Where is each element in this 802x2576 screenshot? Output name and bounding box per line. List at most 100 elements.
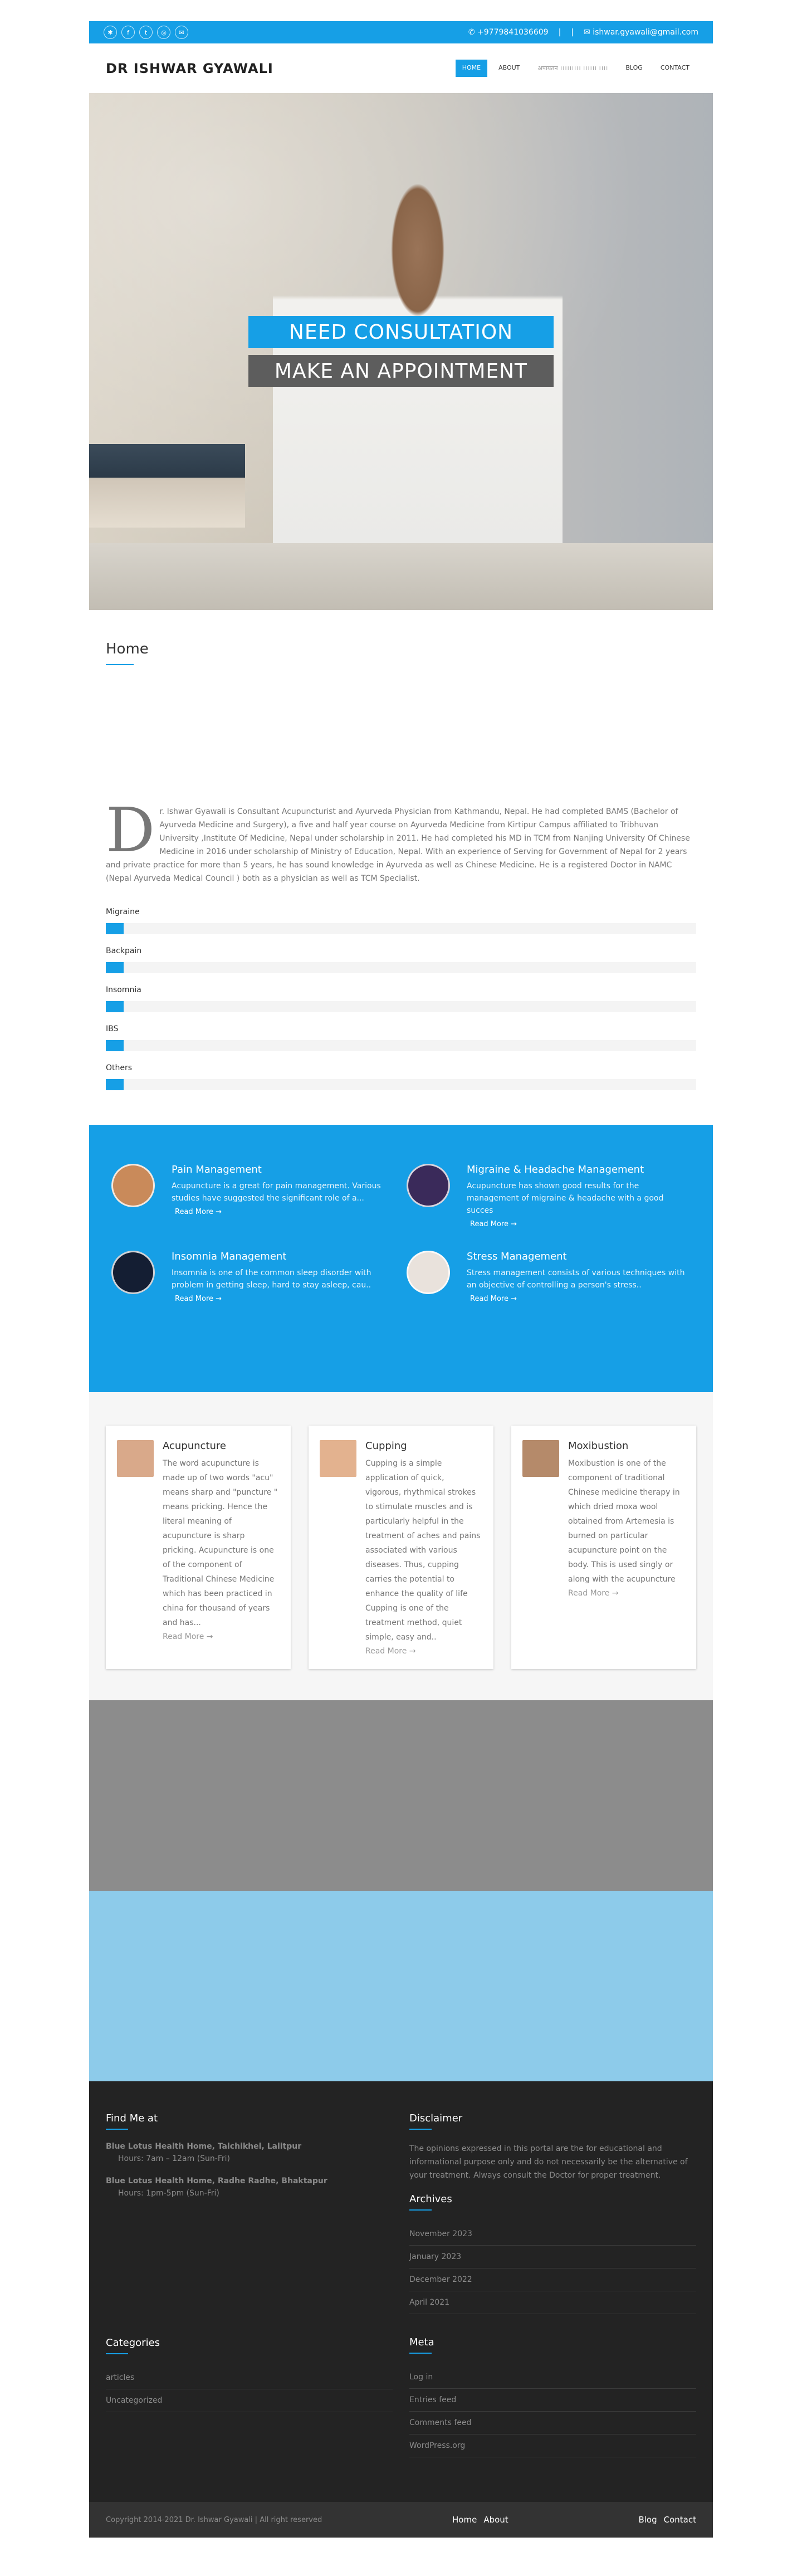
read-more-link[interactable]: Read More → <box>365 1647 482 1656</box>
read-more-link[interactable]: Read More → <box>568 1589 685 1598</box>
top-bar: ✱ f t ◎ ✉ ✆ +9779841036609 | | ✉ ishwar.… <box>89 21 713 43</box>
skill-track <box>106 1001 696 1012</box>
archives-widget: Archives November 2023 January 2023 Dece… <box>409 2193 696 2314</box>
instagram-icon[interactable]: ◎ <box>157 26 170 39</box>
service-title[interactable]: Insomnia Management <box>172 1251 394 1262</box>
card-title[interactable]: Cupping <box>365 1440 482 1452</box>
archive-link[interactable]: November 2023 <box>409 2223 696 2246</box>
meta-widget: Meta Log in Entries feed Comments feed W… <box>409 2336 696 2457</box>
category-link[interactable]: Uncategorized <box>106 2389 393 2412</box>
therapy-card: Acupuncture The word acupuncture is made… <box>106 1426 291 1669</box>
disclaimer-widget: Disclaimer The opinions expressed in thi… <box>409 2112 696 2182</box>
skill-track <box>106 923 696 934</box>
read-more-link[interactable]: Read More → <box>172 1295 394 1303</box>
service-item: Pain Management Acupuncture is a great f… <box>111 1164 395 1228</box>
archive-link[interactable]: April 2021 <box>409 2291 696 2314</box>
read-more-link[interactable]: Read More → <box>163 1632 280 1641</box>
home-section: Home <box>89 610 713 805</box>
meta-list: Log in Entries feed Comments feed WordPr… <box>409 2366 696 2457</box>
bottom-link-blog[interactable]: Blog <box>638 2515 657 2525</box>
categories-widget: Categories articles Uncategorized <box>106 2337 393 2412</box>
separator: | <box>558 28 561 37</box>
facebook-icon[interactable]: f <box>121 26 135 39</box>
archive-link[interactable]: December 2022 <box>409 2268 696 2291</box>
page-title: Home <box>106 641 149 657</box>
bottom-link-home[interactable]: Home <box>452 2515 477 2525</box>
skill-label: Migraine <box>106 908 140 916</box>
menu-item-contact[interactable]: CONTACT <box>654 60 696 77</box>
service-text: Insomnia is one of the common sleep diso… <box>172 1269 371 1290</box>
service-text: Acupuncture has shown good results for t… <box>467 1182 664 1215</box>
location-hours: Hours: 1pm-5pm (Sun-Fri) <box>118 2189 219 2198</box>
archive-link[interactable]: January 2023 <box>409 2246 696 2268</box>
service-title[interactable]: Pain Management <box>172 1164 394 1175</box>
skill-track <box>106 1040 696 1051</box>
cupping-thumbnail <box>320 1440 356 1477</box>
read-more-link[interactable]: Read More → <box>467 1295 689 1303</box>
location-name: Blue Lotus Health Home, Talchikhel, Lali… <box>106 2142 302 2151</box>
twitter-icon[interactable]: t <box>139 26 153 39</box>
main-menu: HOME ABOUT अपायतन ।।।।।।।।। ।।।।।। ।।।। … <box>455 60 696 77</box>
email-link[interactable]: ✉ ishwar.gyawali@gmail.com <box>584 28 698 37</box>
card-title[interactable]: Moxibustion <box>568 1440 685 1452</box>
skill-track <box>106 1079 696 1090</box>
card-title[interactable]: Acupuncture <box>163 1440 280 1452</box>
footer-col-left: Find Me at Blue Lotus Health Home, Talch… <box>106 2112 393 2480</box>
skill-label: IBS <box>106 1024 119 1033</box>
service-title[interactable]: Stress Management <box>467 1251 689 1262</box>
disclaimer-text: The opinions expressed in this portal ar… <box>409 2144 688 2180</box>
migraine-service-icon <box>407 1164 450 1207</box>
skill-bar <box>106 1079 124 1090</box>
bottom-link-about[interactable]: About <box>483 2515 508 2525</box>
contact-info: ✆ +9779841036609 | | ✉ ishwar.gyawali@gm… <box>468 28 698 37</box>
menu-item-about[interactable]: ABOUT <box>492 60 526 77</box>
read-more-link[interactable]: Read More → <box>172 1208 394 1216</box>
menu-item-blog[interactable]: BLOG <box>619 60 649 77</box>
location-hours: Hours: 7am – 12am (Sun-Fri) <box>118 2154 230 2163</box>
meta-link[interactable]: Comments feed <box>409 2412 696 2434</box>
bottom-link-contact[interactable]: Contact <box>664 2515 696 2525</box>
services-section: Pain Management Acupuncture is a great f… <box>89 1125 713 1392</box>
make-appointment-button[interactable]: MAKE AN APPOINTMENT <box>248 355 554 387</box>
about-text: r. Ishwar Gyawali is Consultant Acupunct… <box>106 807 690 883</box>
phone-link[interactable]: ✆ +9779841036609 <box>468 28 549 37</box>
dropcap: D <box>106 794 155 866</box>
skill-item: IBS <box>106 1024 696 1051</box>
widget-title: Meta <box>409 2336 434 2348</box>
acupuncture-thumbnail <box>117 1440 154 1477</box>
page-end <box>89 2538 713 2571</box>
category-link[interactable]: articles <box>106 2367 393 2389</box>
yelp-icon[interactable]: ✱ <box>104 26 117 39</box>
meta-link[interactable]: WordPress.org <box>409 2434 696 2457</box>
skill-item: Others <box>106 1063 696 1090</box>
service-title[interactable]: Migraine & Headache Management <box>467 1164 689 1175</box>
separator: | <box>571 28 574 37</box>
widget-title: Categories <box>106 2337 160 2349</box>
main-header: DR ISHWAR GYAWALI HOME ABOUT अपायतन ।।।।… <box>89 43 713 93</box>
phone-text: +9779841036609 <box>477 28 549 37</box>
social-links: ✱ f t ◎ ✉ <box>104 26 188 39</box>
widget-title: Find Me at <box>106 2112 158 2124</box>
widget-title: Archives <box>409 2193 452 2205</box>
read-more-link[interactable]: Read More → <box>467 1220 689 1228</box>
hero-book <box>89 444 245 528</box>
skill-bar <box>106 962 124 973</box>
skill-bar <box>106 1001 124 1012</box>
meta-link[interactable]: Log in <box>409 2366 696 2389</box>
need-consultation-button[interactable]: NEED CONSULTATION <box>248 316 554 348</box>
menu-item-home[interactable]: HOME <box>455 60 488 77</box>
page: ✱ f t ◎ ✉ ✆ +9779841036609 | | ✉ ishwar.… <box>89 21 713 2571</box>
therapy-card: Cupping Cupping is a simple application … <box>309 1426 493 1669</box>
skills-section: Migraine Backpain Insomnia IBS Others <box>89 885 713 1125</box>
insomnia-service-icon <box>111 1251 155 1294</box>
moxibustion-thumbnail <box>522 1440 559 1477</box>
widget-underline <box>106 2353 128 2354</box>
email-icon[interactable]: ✉ <box>175 26 188 39</box>
meta-link[interactable]: Entries feed <box>409 2389 696 2412</box>
menu-item-nepali[interactable]: अपायतन ।।।।।।।।। ।।।।।। ।।।। <box>531 60 614 77</box>
service-item: Stress Management Stress management cons… <box>407 1251 691 1303</box>
site-brand[interactable]: DR ISHWAR GYAWALI <box>106 61 273 76</box>
widget-underline <box>409 2129 432 2130</box>
title-underline <box>106 664 134 665</box>
